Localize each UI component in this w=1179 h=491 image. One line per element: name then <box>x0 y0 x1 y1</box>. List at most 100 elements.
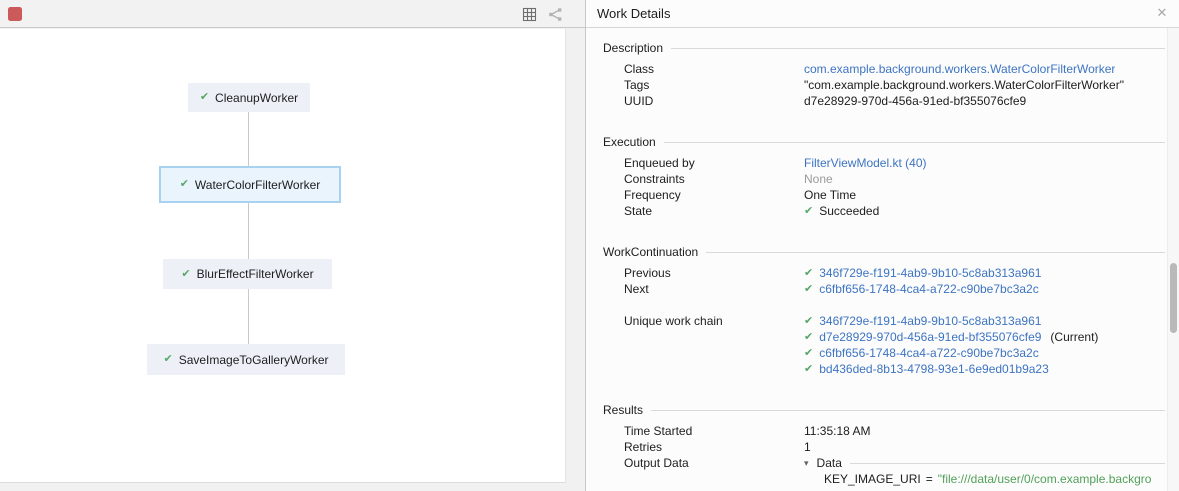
section-title-description: Description <box>586 40 1167 56</box>
previous-work-link[interactable]: 346f729e-f191-4ab9-9b10-5c8ab313a961 <box>819 266 1041 280</box>
table-view-icon[interactable] <box>522 7 537 22</box>
field-label: Previous <box>624 266 804 280</box>
field-label: UUID <box>624 94 804 108</box>
row-retries: Retries 1 <box>586 439 1167 455</box>
data-group-label: Data <box>817 456 842 470</box>
section-title-text: WorkContinuation <box>603 245 698 259</box>
success-icon: ✔ <box>180 179 189 190</box>
retries-value: 1 <box>804 440 811 454</box>
field-label: Next <box>624 282 804 296</box>
output-value-string: "file:///data/user/0/com.example.backgro <box>938 472 1152 486</box>
graph-edge <box>248 203 249 259</box>
worker-node-save[interactable]: ✔ SaveImageToGalleryWorker <box>147 344 345 375</box>
work-chain-item: ✔ 346f729e-f191-4ab9-9b10-5c8ab313a961 <box>804 313 1098 329</box>
field-label: Time Started <box>624 424 804 438</box>
field-label: Unique work chain <box>624 313 804 329</box>
collapse-triangle-icon[interactable]: ▾ <box>804 459 809 468</box>
section-rule <box>651 410 1165 411</box>
constraints-value: None <box>804 172 833 186</box>
graph-toolbar <box>0 0 585 28</box>
work-chain-link[interactable]: c6fbf656-1748-4ca4-a722-c90be7bc3a2c <box>819 346 1039 360</box>
success-icon: ✔ <box>804 348 813 359</box>
work-chain-list: ✔ 346f729e-f191-4ab9-9b10-5c8ab313a961 ✔… <box>804 313 1098 377</box>
success-icon: ✔ <box>804 316 813 327</box>
close-icon[interactable]: ✕ <box>1154 5 1170 21</box>
section-rule <box>706 252 1165 253</box>
field-label: Enqueued by <box>624 156 804 170</box>
work-chain-item: ✔ bd436ded-8b13-4798-93e1-6e9ed01b9a23 <box>804 361 1098 377</box>
section-rule <box>671 48 1165 49</box>
work-chain-item: ✔ c6fbf656-1748-4ca4-a722-c90be7bc3a2c <box>804 345 1098 361</box>
panel-scrollbar[interactable] <box>1167 28 1179 491</box>
success-icon: ✔ <box>804 206 813 217</box>
time-started-value: 11:35:18 AM <box>804 424 871 438</box>
graph-edge <box>248 112 249 166</box>
scrollbar-thumb[interactable] <box>1170 263 1177 333</box>
success-icon: ✔ <box>804 364 813 375</box>
section-title-results: Results <box>586 402 1167 418</box>
enqueued-by-link[interactable]: FilterViewModel.kt (40) <box>804 156 926 170</box>
row-output-key-value: KEY_IMAGE_URI = "file:///data/user/0/com… <box>586 471 1167 487</box>
field-label: Frequency <box>624 188 804 202</box>
state-value: Succeeded <box>819 204 879 218</box>
worker-node-cleanup[interactable]: ✔ CleanupWorker <box>188 83 310 112</box>
background-task-inspector: ✔ CleanupWorker ✔ WaterColorFilterWorker… <box>0 0 1179 491</box>
row-frequency: Frequency One Time <box>586 187 1167 203</box>
section-rule <box>850 463 1165 464</box>
section-title-execution: Execution <box>586 134 1167 150</box>
work-details-panel: Work Details ✕ Description Class com.exa… <box>586 0 1179 491</box>
section-title-text: Execution <box>603 135 656 149</box>
stop-inspector-icon[interactable] <box>8 7 22 21</box>
row-enqueued-by: Enqueued by FilterViewModel.kt (40) <box>586 155 1167 171</box>
graph-view-icon[interactable] <box>548 7 563 22</box>
worker-node-label: WaterColorFilterWorker <box>195 178 320 192</box>
field-label: Output Data <box>624 456 804 470</box>
graph-edge <box>248 289 249 344</box>
row-tags: Tags "com.example.background.workers.Wat… <box>586 77 1167 93</box>
success-icon: ✔ <box>804 284 813 295</box>
worker-node-label: CleanupWorker <box>215 91 298 105</box>
section-rule <box>664 142 1165 143</box>
row-uuid: UUID d7e28929-970d-456a-91ed-bf355076cfe… <box>586 93 1167 109</box>
work-graph-canvas[interactable]: ✔ CleanupWorker ✔ WaterColorFilterWorker… <box>0 29 566 483</box>
frequency-value: One Time <box>804 188 856 202</box>
tags-value: "com.example.background.workers.WaterCol… <box>804 78 1124 92</box>
row-unique-work-chain: Unique work chain ✔ 346f729e-f191-4ab9-9… <box>586 313 1167 377</box>
row-output-data: Output Data ▾ Data <box>586 455 1167 471</box>
panel-title: Work Details <box>597 6 670 21</box>
row-previous: Previous ✔ 346f729e-f191-4ab9-9b10-5c8ab… <box>586 265 1167 281</box>
work-details-header: Work Details ✕ <box>586 0 1179 28</box>
worker-node-watercolor-selected[interactable]: ✔ WaterColorFilterWorker <box>159 166 341 203</box>
field-label: Retries <box>624 440 804 454</box>
worker-node-blur[interactable]: ✔ BlurEffectFilterWorker <box>163 259 332 289</box>
field-label: Class <box>624 62 804 76</box>
field-label: State <box>624 204 804 218</box>
row-next: Next ✔ c6fbf656-1748-4ca4-a722-c90be7bc3… <box>586 281 1167 297</box>
uuid-value: d7e28929-970d-456a-91ed-bf355076cfe9 <box>804 94 1026 108</box>
row-class: Class com.example.background.workers.Wat… <box>586 61 1167 77</box>
output-key: KEY_IMAGE_URI <box>824 472 921 486</box>
worker-node-label: BlurEffectFilterWorker <box>197 267 314 281</box>
work-chain-link[interactable]: d7e28929-970d-456a-91ed-bf355076cfe9 <box>819 330 1041 344</box>
class-link[interactable]: com.example.background.workers.WaterColo… <box>804 62 1115 76</box>
work-chain-link[interactable]: bd436ded-8b13-4798-93e1-6e9ed01b9a23 <box>819 362 1049 376</box>
field-label: Constraints <box>624 172 804 186</box>
row-state: State ✔ Succeeded <box>586 203 1167 219</box>
section-title-text: Description <box>603 41 663 55</box>
success-icon: ✔ <box>804 332 813 343</box>
success-icon: ✔ <box>181 269 190 280</box>
worker-node-label: SaveImageToGalleryWorker <box>179 353 329 367</box>
field-label: Tags <box>624 78 804 92</box>
equals-sign: = <box>926 472 933 486</box>
work-chain-item-current: ✔ d7e28929-970d-456a-91ed-bf355076cfe9 (… <box>804 329 1098 345</box>
success-icon: ✔ <box>804 268 813 279</box>
section-title-text: Results <box>603 403 643 417</box>
section-title-workcontinuation: WorkContinuation <box>586 244 1167 260</box>
work-chain-link[interactable]: 346f729e-f191-4ab9-9b10-5c8ab313a961 <box>819 314 1041 328</box>
next-work-link[interactable]: c6fbf656-1748-4ca4-a722-c90be7bc3a2c <box>819 282 1039 296</box>
row-constraints: Constraints None <box>586 171 1167 187</box>
success-icon: ✔ <box>200 92 209 103</box>
row-time-started: Time Started 11:35:18 AM <box>586 423 1167 439</box>
current-badge: (Current) <box>1050 330 1098 344</box>
success-icon: ✔ <box>163 354 172 365</box>
